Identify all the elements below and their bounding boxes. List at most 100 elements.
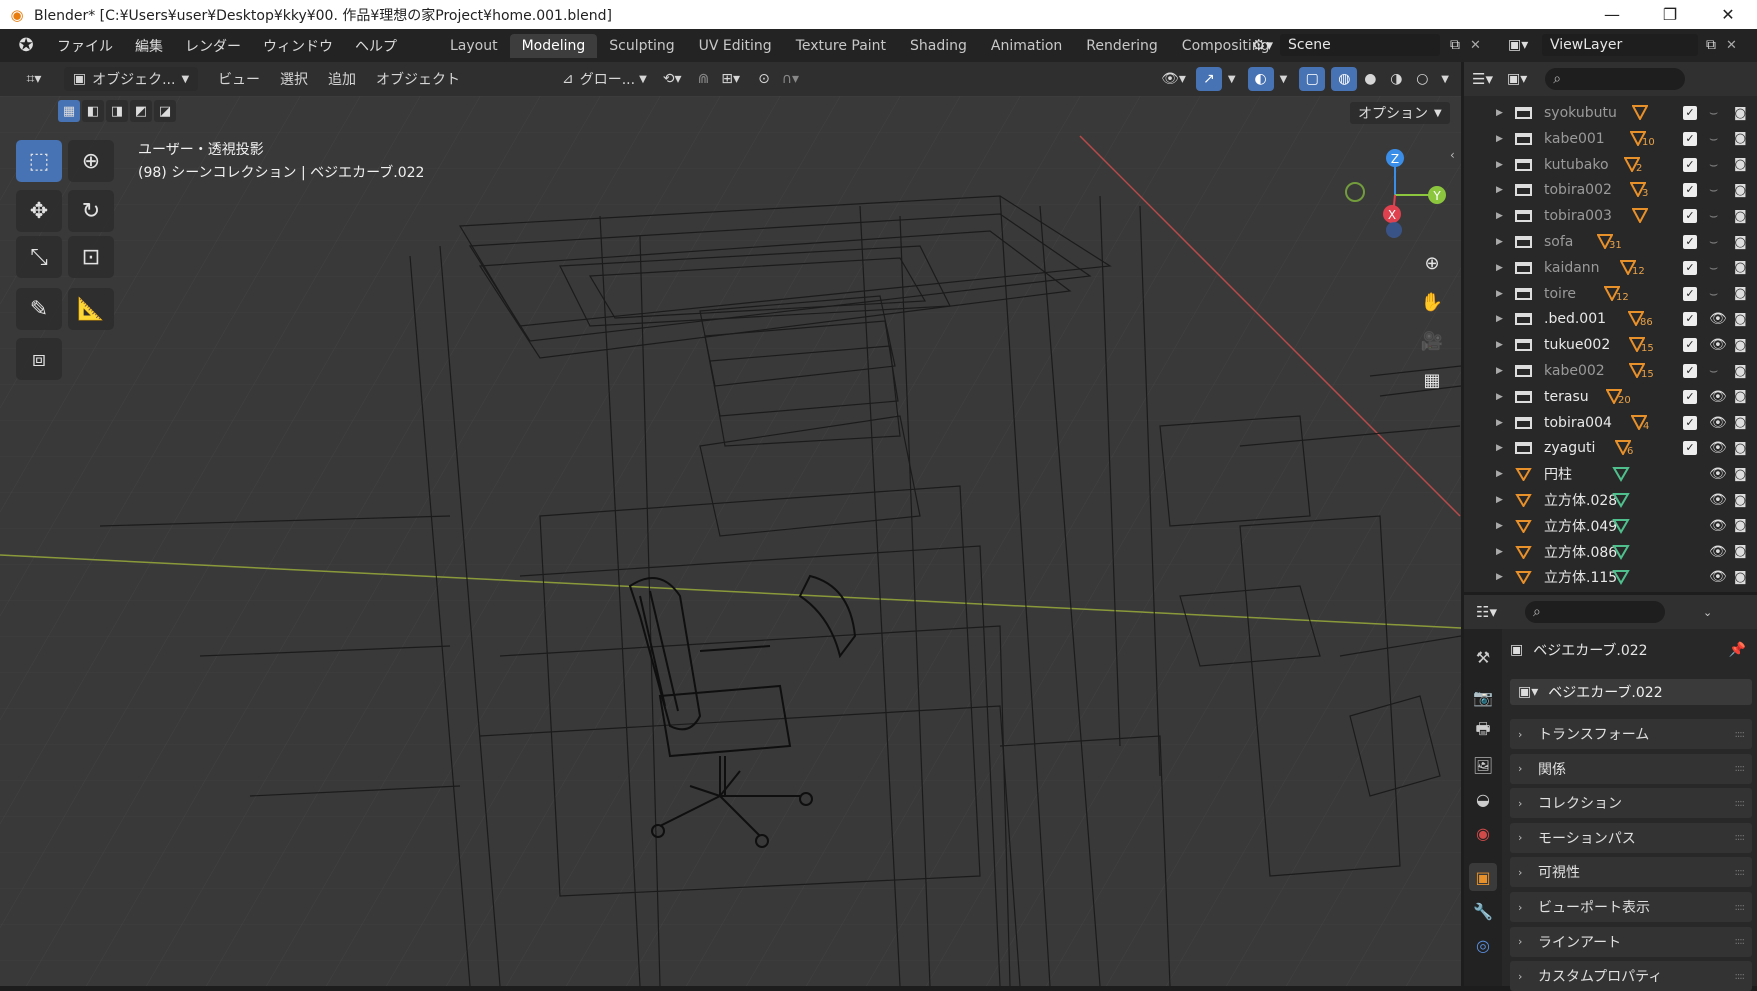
world-tab-icon[interactable]: ◉ <box>1469 819 1497 847</box>
expand-arrow-icon[interactable]: ▶ <box>1496 392 1503 402</box>
tab-shading[interactable]: Shading <box>898 34 979 58</box>
select-intersect-icon[interactable]: ◪ <box>154 100 176 122</box>
pin-icon[interactable]: 📌 <box>1729 642 1746 658</box>
move-tool-icon[interactable]: ✥ <box>16 190 62 232</box>
render-camera-icon[interactable]: ◙ <box>1734 415 1747 430</box>
properties-subpanel[interactable]: › ラインアート:::: <box>1510 926 1752 957</box>
render-camera-icon[interactable]: ◙ <box>1734 286 1747 301</box>
scene-selector[interactable]: ⚙▾ Scene ⧉ ✕ <box>1252 33 1492 57</box>
outliner-row[interactable]: ▶ kutubako 2 ✓ ⌣ ◙ <box>1464 152 1757 178</box>
expand-arrow-icon[interactable]: ▶ <box>1496 469 1503 479</box>
options-dropdown[interactable]: オプション ▼ <box>1350 102 1450 124</box>
chevron-down-icon[interactable]: ▼ <box>1435 67 1455 91</box>
viewlayer-selector[interactable]: ▣▾ ViewLayer ⧉ ✕ <box>1508 33 1753 57</box>
expand-arrow-icon[interactable]: ▶ <box>1496 572 1503 582</box>
expand-arrow-icon[interactable]: ▶ <box>1496 366 1503 376</box>
close-button[interactable]: ✕ <box>1699 0 1757 29</box>
properties-search-input[interactable]: ⌕ <box>1524 601 1665 623</box>
mesh-data-icon[interactable] <box>1612 544 1630 564</box>
properties-subpanel[interactable]: › ビューポート表示:::: <box>1510 892 1752 922</box>
render-camera-icon[interactable]: ◙ <box>1734 518 1747 533</box>
outliner-row[interactable]: ▶ tukue002 15 ✓ 👁 ◙ <box>1464 332 1757 358</box>
xray-toggle-icon[interactable]: ▢ <box>1299 67 1326 91</box>
expand-arrow-icon[interactable]: ▶ <box>1496 495 1503 505</box>
expand-arrow-icon[interactable]: ▶ <box>1496 547 1503 557</box>
drag-grip-icon[interactable]: :::: <box>1735 832 1746 843</box>
expand-arrow-icon[interactable]: ▶ <box>1496 134 1503 144</box>
mesh-data-icon[interactable] <box>1612 492 1630 512</box>
material-shading-icon[interactable]: ◑ <box>1383 67 1409 91</box>
tab-texture-paint[interactable]: Texture Paint <box>784 34 898 58</box>
outliner-row[interactable]: ▶ syokubutu ✓ ⌣ ◙ <box>1464 100 1757 126</box>
pan-hand-icon[interactable]: ✋ <box>1417 287 1447 317</box>
mode-dropdown[interactable]: ▣ オブジェク... ▼ <box>64 67 198 91</box>
render-camera-icon[interactable]: ◙ <box>1734 467 1747 482</box>
exclude-checkbox[interactable]: ✓ <box>1683 235 1697 249</box>
object-name-field[interactable]: ▣▾ ベジエカーブ.022 <box>1510 679 1752 705</box>
viewlayer-remove-icon[interactable]: ✕ <box>1726 38 1737 53</box>
cursor-tool-icon[interactable]: ⊕ <box>68 140 114 182</box>
snap-magnet-icon[interactable]: ⋒ <box>692 67 716 91</box>
properties-editor-icon[interactable]: ☷▾ <box>1476 603 1497 621</box>
tab-rendering[interactable]: Rendering <box>1074 34 1170 58</box>
select-box-tool-icon[interactable]: ⬚ <box>16 140 62 182</box>
outliner-row[interactable]: ▶ terasu 20 ✓ 👁 ◙ <box>1464 384 1757 410</box>
expand-arrow-icon[interactable]: ▶ <box>1496 289 1503 299</box>
expand-arrow-icon[interactable]: ▶ <box>1496 160 1503 170</box>
exclude-checkbox[interactable]: ✓ <box>1683 312 1697 327</box>
tool-tab-icon[interactable]: ⚒ <box>1469 643 1497 671</box>
render-camera-icon[interactable]: ◙ <box>1734 441 1747 456</box>
rendered-shading-icon[interactable]: ○ <box>1409 67 1435 91</box>
expand-arrow-icon[interactable]: ▶ <box>1496 340 1503 350</box>
menu-object[interactable]: オブジェクト <box>370 67 466 91</box>
outliner-row[interactable]: ▶ 立方体.028 👁 ◙ <box>1464 487 1757 513</box>
chevron-down-icon[interactable]: ▼ <box>1222 67 1242 91</box>
menu-view[interactable]: ビュー <box>212 67 266 91</box>
tab-layout[interactable]: Layout <box>438 34 510 58</box>
object-data-icon[interactable]: ▣▾ <box>1518 684 1538 700</box>
exclude-checkbox[interactable]: ✓ <box>1683 389 1697 404</box>
exclude-checkbox[interactable]: ✓ <box>1683 260 1697 275</box>
camera-view-icon[interactable]: 🎥 <box>1417 326 1447 356</box>
visibility-icon[interactable]: 👁▾ <box>1155 67 1192 91</box>
tab-modeling[interactable]: Modeling <box>509 33 598 58</box>
render-camera-icon[interactable]: ◙ <box>1734 312 1747 327</box>
rotate-tool-icon[interactable]: ↻ <box>68 190 114 232</box>
eye-closed-icon[interactable]: ⌣ <box>1709 131 1718 147</box>
outliner-search-input[interactable]: ⌕ <box>1545 68 1686 90</box>
exclude-checkbox[interactable]: ✓ <box>1683 106 1697 120</box>
outliner-row[interactable]: ▶ tobira003 ✓ ⌣ ◙ <box>1464 203 1757 229</box>
menu-file[interactable]: ファイル <box>46 36 124 56</box>
expand-arrow-icon[interactable]: ▶ <box>1496 443 1503 453</box>
eye-closed-icon[interactable]: ⌣ <box>1709 208 1718 224</box>
eye-closed-icon[interactable]: ⌣ <box>1709 363 1718 379</box>
minimize-button[interactable]: — <box>1583 0 1641 29</box>
eye-icon[interactable]: 👁 <box>1709 518 1727 534</box>
scene-field[interactable]: Scene <box>1280 34 1440 56</box>
exclude-checkbox[interactable]: ✓ <box>1683 157 1697 172</box>
navigation-gizmo[interactable]: Z Y X <box>1335 140 1455 240</box>
maximize-button[interactable]: ❐ <box>1641 0 1699 29</box>
exclude-checkbox[interactable]: ✓ <box>1683 286 1697 301</box>
exclude-checkbox[interactable]: ✓ <box>1683 338 1697 353</box>
proportional-edit-icon[interactable]: ⊙ <box>752 67 776 91</box>
outliner-row[interactable]: ▶ 立方体.115 👁 ◙ <box>1464 564 1757 590</box>
wireframe-shading-icon[interactable]: ◍ <box>1331 67 1358 91</box>
outliner-row[interactable]: ▶ toire 12 ✓ ⌣ ◙ <box>1464 281 1757 307</box>
select-new-icon[interactable]: ▦ <box>58 100 80 122</box>
object-tab-icon[interactable]: ▣ <box>1469 863 1497 891</box>
drag-grip-icon[interactable]: :::: <box>1735 729 1746 740</box>
render-camera-icon[interactable]: ◙ <box>1734 209 1747 224</box>
outliner-row[interactable]: ▶ sofa 31 ✓ ⌣ ◙ <box>1464 229 1757 255</box>
eye-closed-icon[interactable]: ⌣ <box>1709 105 1718 121</box>
render-camera-icon[interactable]: ◙ <box>1734 106 1747 121</box>
solid-shading-icon[interactable]: ● <box>1357 67 1383 91</box>
render-camera-icon[interactable]: ◙ <box>1734 131 1747 146</box>
eye-icon[interactable]: 👁 <box>1709 466 1727 482</box>
menu-add[interactable]: 追加 <box>322 67 362 91</box>
properties-subpanel[interactable]: › モーションパス:::: <box>1510 822 1752 853</box>
gizmo-toggle-icon[interactable]: ↗ <box>1195 67 1222 91</box>
exclude-checkbox[interactable]: ✓ <box>1683 131 1697 146</box>
outliner-row[interactable]: ▶ 立方体.086 👁 ◙ <box>1464 539 1757 565</box>
snap-target-icon[interactable]: ⊞▾ <box>715 67 746 91</box>
